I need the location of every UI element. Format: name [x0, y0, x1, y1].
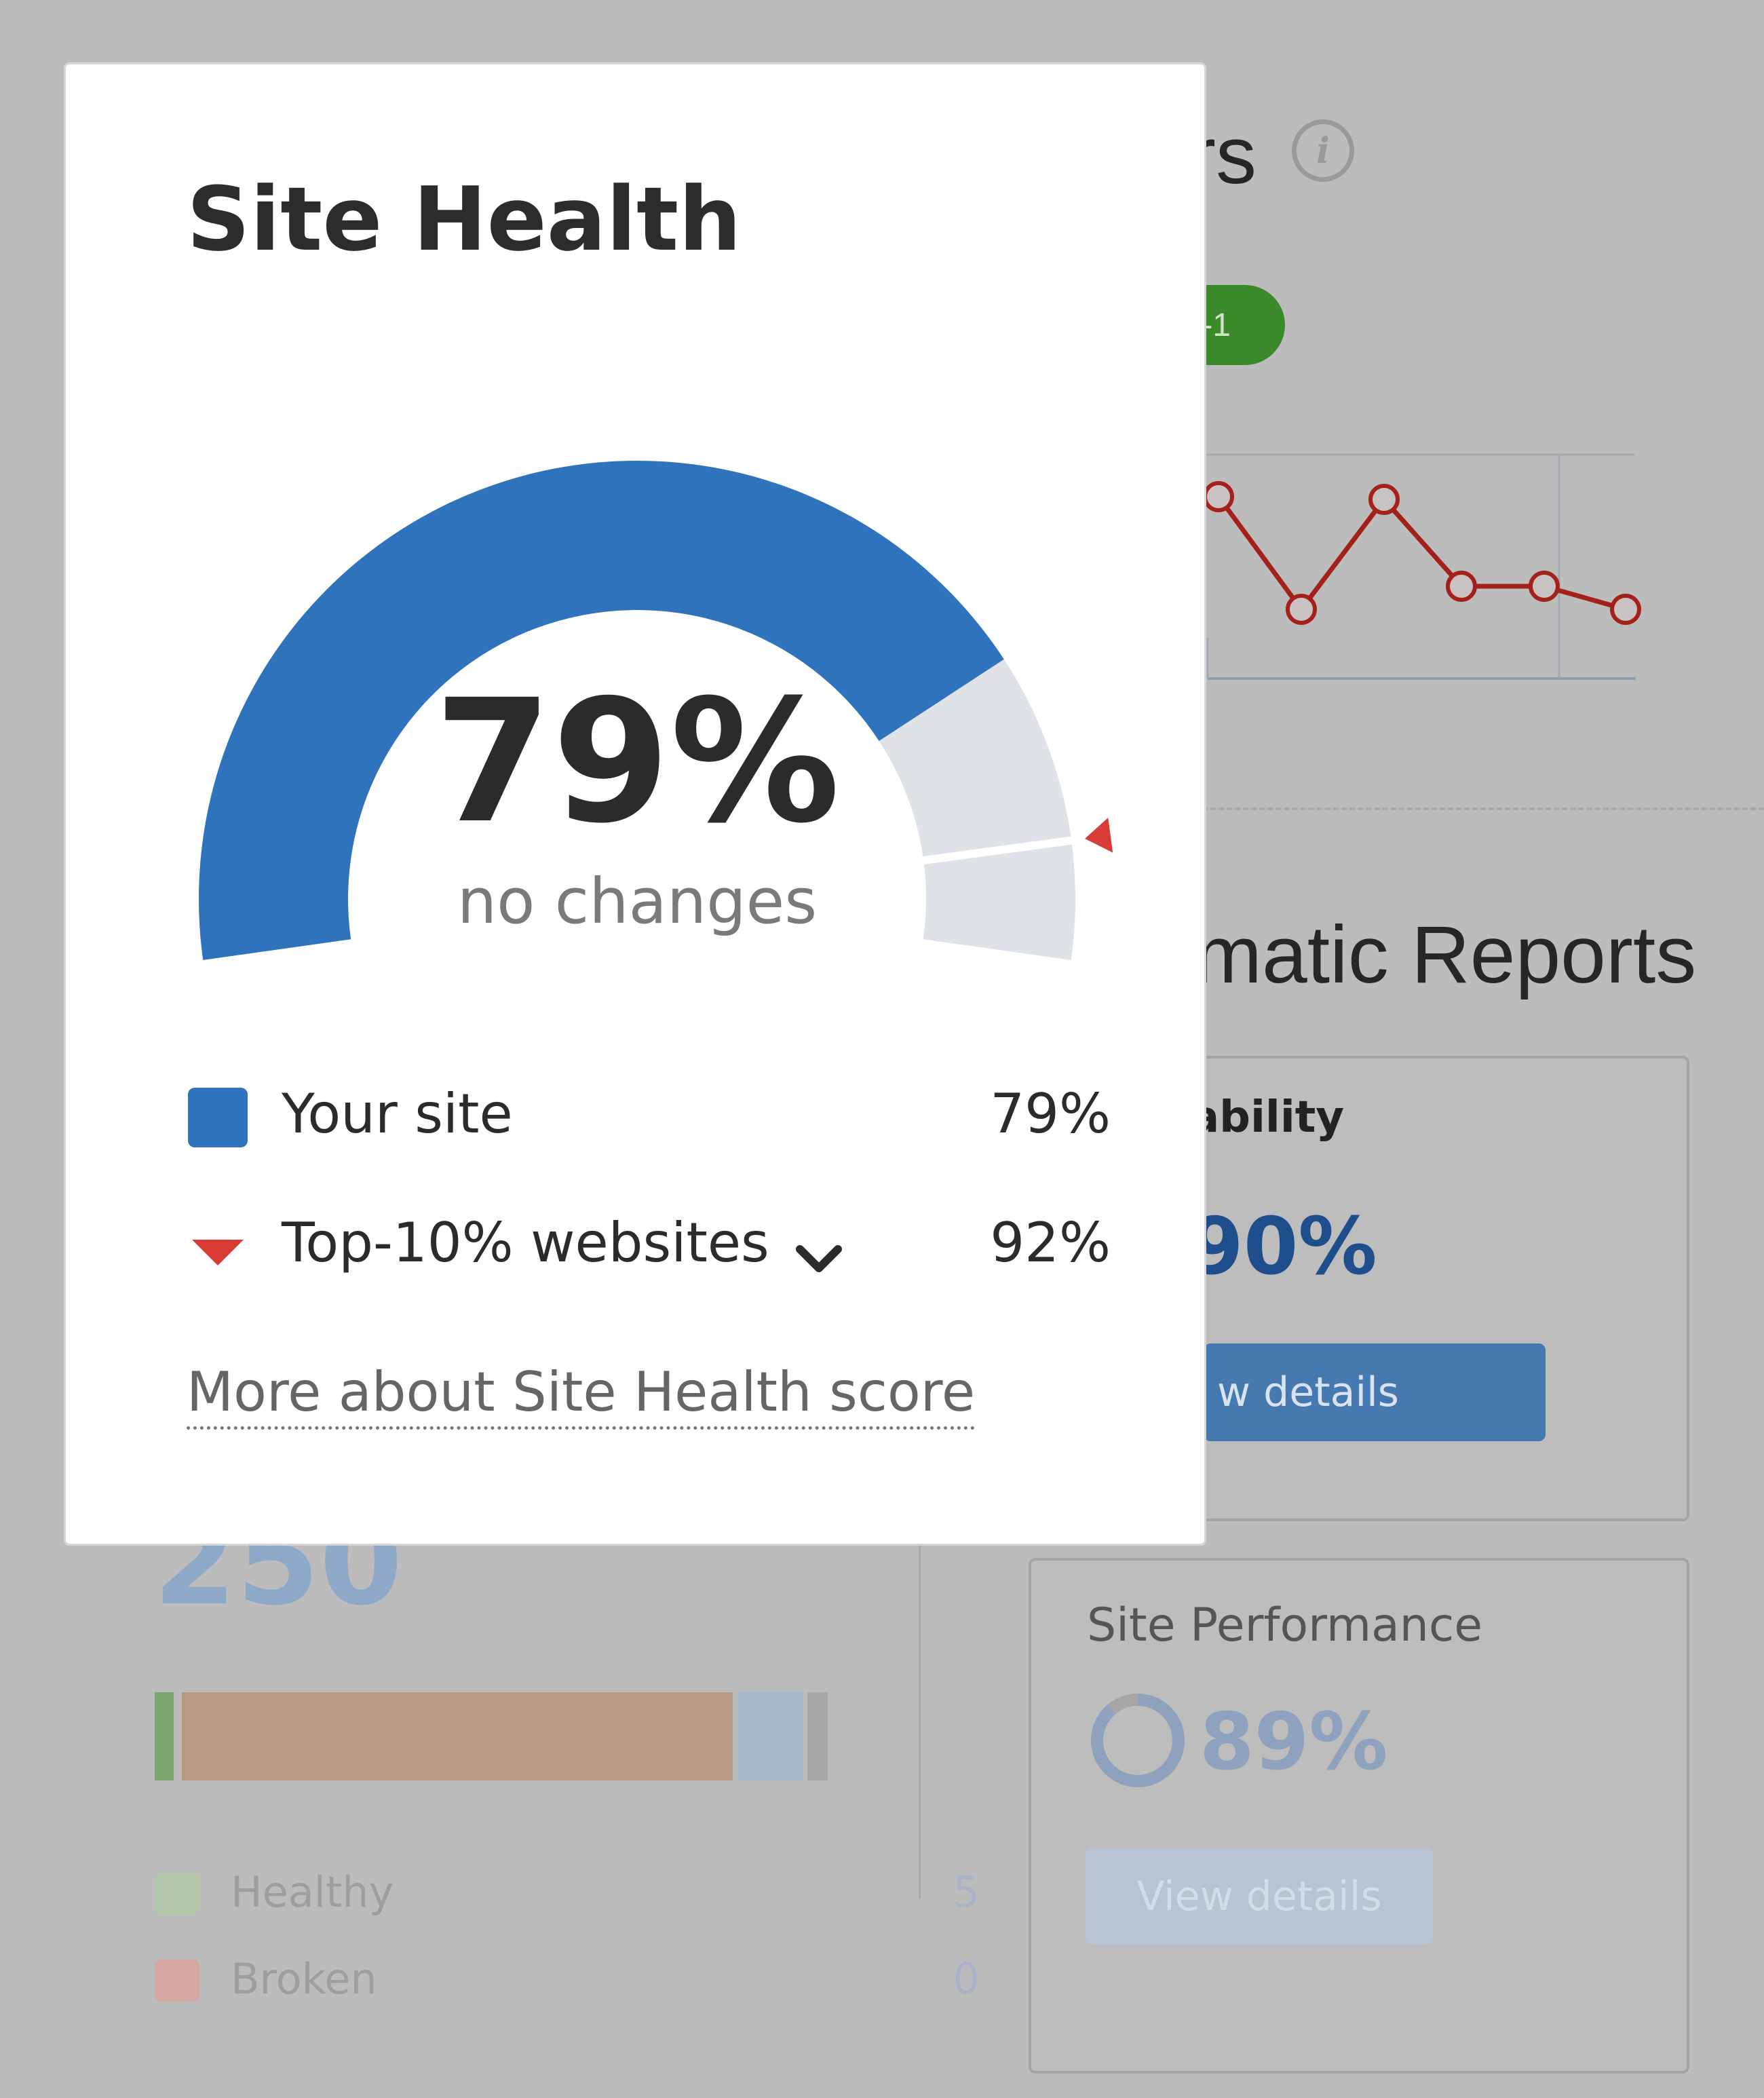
gauge-value: 79% — [434, 663, 841, 860]
reports-heading: matic Reports — [1194, 909, 1697, 1000]
your-site-swatch — [188, 1088, 248, 1147]
chart-point — [1446, 571, 1477, 602]
top-websites-marker-icon — [192, 1240, 244, 1265]
your-site-value: 79% — [990, 1082, 1111, 1145]
performance-donut-icon — [1091, 1694, 1185, 1787]
site-performance-title: Site Performance — [1087, 1599, 1483, 1652]
bar-segment-redirects — [738, 1692, 803, 1780]
legend-label-broken: Broken — [231, 1954, 377, 2004]
top-websites-value: 92% — [990, 1211, 1111, 1274]
errors-trend-chart — [1153, 453, 1641, 680]
site-performance-card: Site Performance 89% View details — [1029, 1558, 1689, 2074]
gauge-change-text: no changes — [457, 865, 818, 938]
chevron-down-icon[interactable] — [792, 1233, 846, 1287]
performance-view-details-button[interactable]: View details — [1086, 1848, 1433, 1945]
chart-point — [1286, 594, 1317, 625]
bar-segment-other — [807, 1692, 828, 1780]
legend-row-broken: Broken 0 — [155, 1954, 980, 2004]
performance-button-label: View details — [1136, 1873, 1382, 1920]
chart-point — [1610, 594, 1641, 625]
bar-segment-issues — [182, 1692, 733, 1780]
crawlability-button-label: w details — [1217, 1369, 1400, 1416]
bar-segment-healthy — [155, 1692, 174, 1780]
chart-series-line — [1216, 495, 1626, 613]
section-divider — [1194, 807, 1764, 810]
legend-label-healthy: Healthy — [231, 1867, 394, 1917]
legend-row-healthy: Healthy 5 — [155, 1867, 980, 1917]
crawled-pages-bar — [155, 1692, 828, 1780]
crawled-pages-divider — [919, 1546, 921, 1899]
chart-point — [1203, 481, 1234, 512]
chart-points — [1203, 481, 1641, 625]
legend-value-broken: 0 — [953, 1954, 980, 2004]
site-performance-value: 89% — [1200, 1696, 1388, 1788]
info-icon[interactable]: i — [1292, 119, 1354, 182]
crawlability-view-details-button[interactable]: w details — [1204, 1343, 1546, 1441]
chart-point — [1368, 484, 1400, 515]
legend-value-healthy: 5 — [953, 1867, 980, 1917]
legend-swatch-broken — [155, 1960, 199, 2002]
site-health-popover: Site Health 79% no changes Your site 79%… — [64, 62, 1206, 1546]
chart-point — [1529, 571, 1560, 602]
top-websites-dropdown[interactable]: Top-10% websites — [282, 1211, 769, 1274]
legend-swatch-healthy — [155, 1873, 199, 1915]
crawlability-value: 90% — [1189, 1201, 1377, 1293]
your-site-label: Your site — [282, 1082, 513, 1145]
more-about-site-health-link[interactable]: More about Site Health score — [187, 1360, 976, 1430]
